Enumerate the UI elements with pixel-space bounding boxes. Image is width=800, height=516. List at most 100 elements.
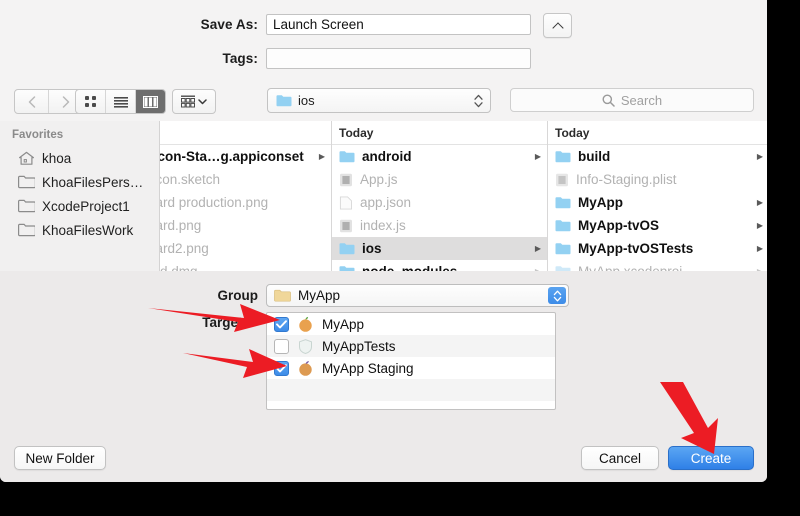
file-row[interactable]: …ard production.png [160,191,331,214]
target-label: MyApp [322,316,365,332]
file-name: …con.sketch [160,172,221,187]
target-label: MyApp Staging [322,360,414,376]
navigation-segmented-control[interactable] [14,89,83,114]
up-down-stepper-icon [553,290,561,301]
icon-view-button[interactable] [76,90,105,113]
up-down-stepper-icon [474,94,483,107]
file-name: ios [362,241,382,256]
checkmark-icon [276,319,287,328]
file-row[interactable]: MyApp.xcodeproj ▶ [548,260,767,271]
search-placeholder: Search [620,92,663,108]
home-icon [19,151,34,165]
icon-view-icon [85,96,96,107]
disclosure-triangle-icon: ▶ [756,152,763,161]
location-popup-label: ios [298,93,315,108]
file-name: MyApp-tvOS [578,218,659,233]
list-view-icon [113,96,128,108]
sidebar-item-xcodeproject1[interactable]: XcodeProject1 [0,194,159,218]
chevron-right-icon [62,95,69,108]
file-row[interactable]: build ▶ [548,145,767,168]
file-icon [339,195,352,210]
checkmark-icon [276,363,287,372]
app-target-icon [299,316,312,332]
tags-label: Tags: [222,51,258,66]
folder-icon [18,223,35,237]
arrange-by-button[interactable] [172,89,216,114]
save-as-input[interactable]: Launch Screen [266,14,531,35]
folder-icon [339,243,355,255]
column-view-icon [143,95,158,108]
target-checkbox-myapptests[interactable] [274,338,289,354]
sidebar-item-label: KhoaFilesPers… [42,174,144,190]
list-view-button[interactable] [105,90,135,113]
sidebar-item-khoafilespersonal[interactable]: KhoaFilesPers… [0,170,159,194]
file-row[interactable]: MyApp-tvOS ▶ [548,214,767,237]
sidebar-item-label: khoa [42,150,72,166]
browser-column-2[interactable]: Today android ▶ App.js app.json index.js… [332,121,548,271]
search-field[interactable]: Search [510,88,754,112]
target-checkbox-myapp[interactable] [274,316,289,332]
target-checkbox-myapp-staging[interactable] [274,360,289,376]
disclosure-triangle-icon: ▶ [534,152,541,161]
dialog-footer: New Folder Cancel Create [0,435,767,482]
group-stepper[interactable] [548,287,566,304]
group-popup-button[interactable]: MyApp [266,284,569,307]
column-view-button[interactable] [135,90,165,113]
file-row[interactable]: …rd.dmg [160,260,331,271]
create-button[interactable]: Create [668,446,754,470]
file-row-selected[interactable]: ios ▶ [332,237,547,260]
file-row[interactable]: MyApp ▶ [548,191,767,214]
folder-icon [276,95,292,107]
column-header [160,121,331,145]
browser-column-1[interactable]: …con-Sta…g.appiconset ▶ …con.sketch …ard… [160,121,332,271]
expand-browser-button[interactable] [543,13,572,38]
target-row[interactable]: MyApp [267,313,555,335]
file-row[interactable]: …con-Sta…g.appiconset ▶ [160,145,331,168]
location-popup-button[interactable]: ios [267,88,491,113]
chevron-left-icon [28,95,35,108]
folder-icon [339,151,355,163]
sidebar-item-label: KhoaFilesWork [42,222,134,238]
file-name: node_modules [362,264,528,271]
tags-row: Tags: [0,48,580,69]
arrange-by-icon [181,95,195,108]
save-as-row: Save As: Launch Screen [0,14,580,35]
file-row[interactable]: app.json [332,191,547,214]
file-row[interactable]: App.js [332,168,547,191]
folder-icon [555,197,571,209]
plist-icon [556,173,568,186]
new-folder-button[interactable]: New Folder [14,446,106,470]
tags-input[interactable] [266,48,531,69]
file-name: MyApp.xcodeproj [578,264,750,271]
chevron-up-icon [553,21,563,31]
target-row[interactable]: MyAppTests [267,335,555,357]
sidebar-item-khoafileswork[interactable]: KhoaFilesWork [0,218,159,242]
chevron-down-icon [198,98,207,104]
file-row[interactable]: …con.sketch [160,168,331,191]
target-row-empty [267,401,555,409]
search-icon [602,94,615,107]
target-label: MyAppTests [322,338,396,354]
save-as-label: Save As: [200,17,258,32]
targets-label: Targets [202,315,250,330]
file-row[interactable]: MyApp-tvOSTests ▶ [548,237,767,260]
file-row[interactable]: …ard.png [160,214,331,237]
file-row[interactable]: …ard2.png [160,237,331,260]
code-icon [340,219,352,232]
view-mode-segmented-control[interactable] [75,89,166,114]
group-row: Group MyApp [0,284,569,307]
back-button[interactable] [15,90,48,113]
file-row[interactable]: index.js [332,214,547,237]
file-row[interactable]: android ▶ [332,145,547,168]
file-row[interactable]: node_modules ▶ [332,260,547,271]
cancel-button[interactable]: Cancel [581,446,659,470]
finder-toolbar: ios Search [0,80,767,122]
file-row[interactable]: Info-Staging.plist [548,168,767,191]
sidebar-item-khoa[interactable]: khoa [0,146,159,170]
save-as-dialog: Save As: Launch Screen Tags: ios Search … [0,0,767,482]
target-row[interactable]: MyApp Staging [267,357,555,379]
file-name: android [362,149,412,164]
browser-column-3[interactable]: Today build ▶ Info-Staging.plist MyApp ▶… [548,121,767,271]
targets-list[interactable]: MyApp MyAppTests MyApp Staging [266,312,556,410]
file-name: build [578,149,611,164]
